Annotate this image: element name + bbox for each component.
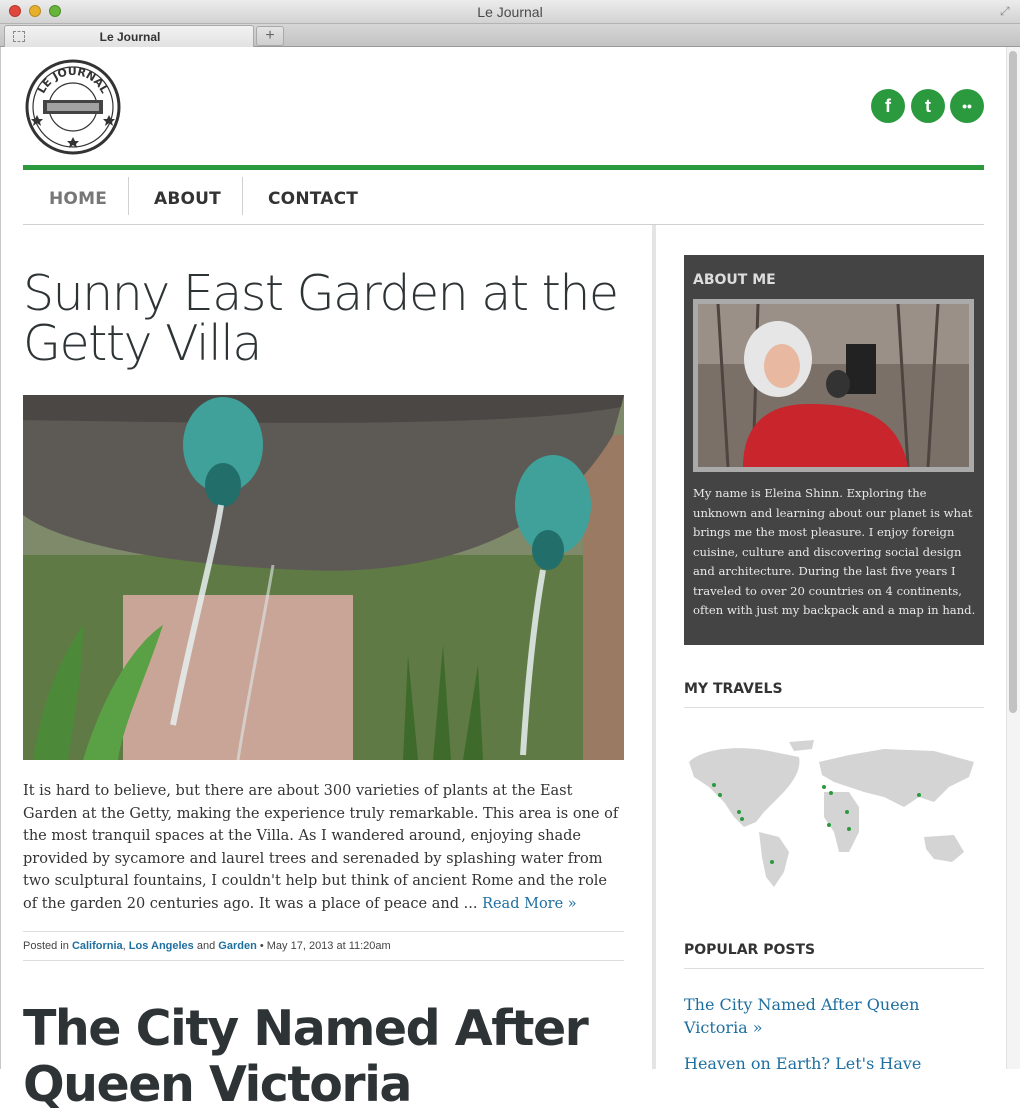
my-travels-heading: MY TRAVELS [684,681,984,708]
category-link-los-angeles[interactable]: Los Angeles [129,940,194,952]
nav-home[interactable]: HOME [49,189,107,209]
facebook-icon[interactable]: f [871,89,905,123]
about-me-text: My name is Eleina Shinn. Exploring the u… [693,486,976,617]
post-image-fountain[interactable] [23,395,624,760]
post-meta: Posted in California, Los Angeles and Ga… [23,931,624,961]
nav-contact[interactable]: CONTACT [268,189,358,209]
meta-separator: , [122,940,126,952]
tab-label: Le Journal [99,30,161,44]
popular-posts-heading: POPULAR POSTS [684,942,984,969]
header-accent-bar [23,165,984,170]
twitter-icon[interactable]: t [911,89,945,123]
category-link-california[interactable]: California [72,940,123,952]
popular-post-link[interactable]: Heaven on Earth? Let's Have [684,1052,984,1075]
main-nav: HOME ABOUT CONTACT [23,175,984,225]
about-me-widget: ABOUT ME My name is Eleina Shinn. Explor… [684,255,984,645]
post-title[interactable]: The City Named After Queen Victoria [23,1001,643,1113]
post-excerpt: It is hard to believe, but there are abo… [23,780,623,915]
window-titlebar: Le Journal ⤢ [0,0,1020,24]
tab-bar: Le Journal + [0,24,1020,47]
about-me-photo [693,299,974,472]
world-map[interactable] [684,737,984,897]
about-me-heading: ABOUT ME [693,272,776,288]
le-journal-logo[interactable]: LE JOURNAL [23,57,123,157]
column-divider [652,225,656,1069]
read-more-link[interactable]: Read More » [482,896,577,912]
popular-post-link[interactable]: The City Named After Queen Victoria » [684,993,984,1039]
fullscreen-icon[interactable]: ⤢ [1000,4,1014,18]
nav-divider [242,177,243,215]
nav-about[interactable]: ABOUT [154,189,221,209]
posted-in-label: Posted in [23,940,69,952]
post-date: • May 17, 2013 at 11:20am [259,940,391,952]
page-scrollbar[interactable] [1006,47,1020,1069]
window-title: Le Journal [477,4,543,20]
flickr-icon[interactable]: •• [950,89,984,123]
category-link-garden[interactable]: Garden [218,940,257,952]
web-viewport: LE JOURNAL f t •• HOME ABOUT CONTACT Sun… [0,47,1020,1113]
new-tab-button[interactable]: + [256,26,284,46]
tab-le-journal[interactable]: Le Journal [4,25,254,47]
scrollbar-thumb[interactable] [1009,51,1017,713]
excerpt-text: It is hard to believe, but there are abo… [23,783,619,912]
nav-divider [128,177,129,215]
post-title[interactable]: Sunny East Garden at the Getty Villa [23,269,633,369]
meta-and: and [196,940,216,952]
